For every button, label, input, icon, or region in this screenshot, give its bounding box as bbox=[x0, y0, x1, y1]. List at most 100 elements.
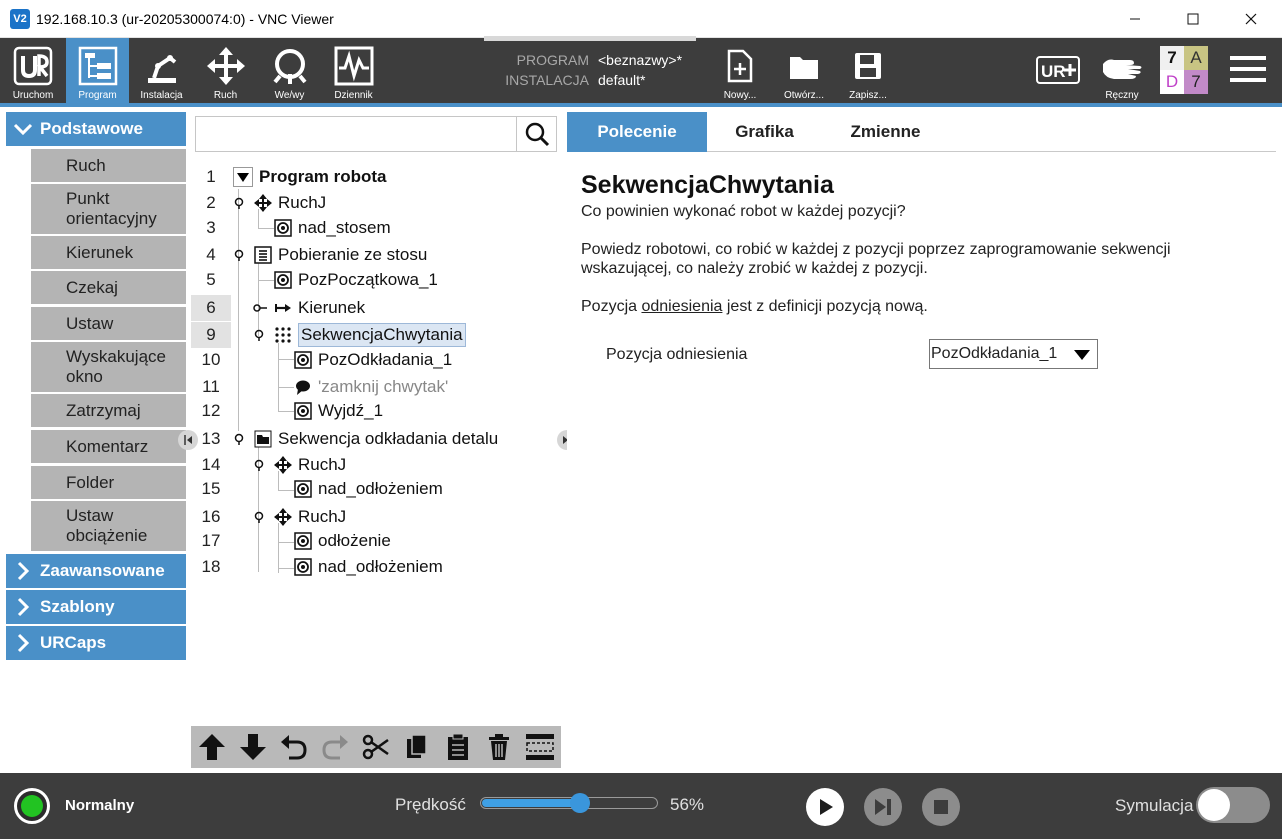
nav-io-button[interactable]: We/wy bbox=[258, 38, 321, 103]
open-program-button[interactable]: Otwórz... bbox=[776, 38, 832, 103]
waypoint-icon bbox=[273, 270, 293, 290]
undo-icon[interactable] bbox=[273, 726, 314, 768]
reference-help-link[interactable]: odniesienia bbox=[641, 298, 722, 315]
sidebar-item-label: Folder bbox=[66, 472, 115, 492]
save-program-button[interactable]: Zapisz... bbox=[840, 38, 896, 103]
tree-row-1[interactable]: 1 Program robota bbox=[191, 164, 561, 190]
sidebar-item-move[interactable]: Ruch bbox=[31, 149, 186, 182]
speed-slider[interactable] bbox=[480, 793, 658, 813]
tree-row-10[interactable]: 10 PozOdkładania_1 bbox=[191, 347, 561, 373]
waypoint-icon bbox=[293, 350, 313, 370]
window-titlebar: V2 192.168.10.3 (ur-20205300074:0) - VNC… bbox=[0, 0, 1282, 38]
save-icon bbox=[846, 44, 890, 88]
tree-row-18[interactable]: 18 nad_odłożeniem bbox=[191, 554, 561, 580]
collapse-triangle-icon[interactable] bbox=[233, 167, 253, 187]
delete-icon[interactable] bbox=[478, 726, 519, 768]
simulation-toggle[interactable] bbox=[1196, 787, 1270, 823]
collapse-pin-icon[interactable] bbox=[233, 249, 245, 261]
move-arrows-icon bbox=[253, 193, 273, 213]
search-icon[interactable] bbox=[516, 117, 556, 151]
tree-node-label: Pobieranie ze stosu bbox=[278, 245, 428, 264]
step-icon[interactable] bbox=[864, 788, 902, 826]
tree-node-label: Program robota bbox=[259, 167, 387, 186]
sidebar-item-comment[interactable]: Komentarz bbox=[31, 430, 186, 463]
collapse-pin-icon[interactable] bbox=[253, 511, 265, 523]
sidebar-collapse-handle[interactable] bbox=[178, 430, 198, 450]
paste-icon[interactable] bbox=[437, 726, 478, 768]
collapse-pin-icon[interactable] bbox=[253, 329, 265, 341]
collapse-pin-icon[interactable] bbox=[253, 459, 265, 471]
urcaps-button[interactable]: UR bbox=[1030, 38, 1086, 103]
tree-node-label: Sekwencja odkładania detalu bbox=[278, 429, 499, 448]
tree-row-6[interactable]: 6 Kierunek bbox=[191, 295, 561, 321]
hamburger-menu-icon[interactable] bbox=[1228, 52, 1270, 88]
tree-row-17[interactable]: 17 odłożenie bbox=[191, 528, 561, 554]
tree-row-14[interactable]: 14 RuchJ bbox=[191, 452, 561, 478]
command-sidebar: Podstawowe Ruch Punkt orientacyjny Kieru… bbox=[0, 107, 190, 773]
category-urcaps[interactable]: URCaps bbox=[6, 626, 186, 660]
command-tabs: Polecenie Grafika Zmienne bbox=[567, 112, 1276, 152]
tab-graphics[interactable]: Grafika bbox=[707, 112, 822, 152]
tab-command[interactable]: Polecenie bbox=[567, 112, 707, 152]
sidebar-item-set-payload[interactable]: Ustaw obciążenie bbox=[31, 501, 186, 551]
nav-installation-button[interactable]: Instalacja bbox=[130, 38, 193, 103]
tree-row-16[interactable]: 16 RuchJ bbox=[191, 504, 561, 530]
tree-node-label: RuchJ bbox=[298, 507, 347, 526]
nav-program-button[interactable]: Program bbox=[66, 38, 129, 103]
sidebar-item-label: Punkt orientacyjny bbox=[66, 189, 157, 228]
tree-row-3[interactable]: 3 nad_stosem bbox=[191, 215, 561, 241]
category-basic[interactable]: Podstawowe bbox=[6, 112, 186, 146]
sidebar-item-label: Kierunek bbox=[66, 242, 134, 262]
sidebar-item-popup[interactable]: Wyskakujące okno bbox=[31, 342, 186, 392]
sidebar-item-set[interactable]: Ustaw bbox=[31, 307, 186, 340]
chevron-right-icon bbox=[6, 597, 40, 617]
tree-row-9[interactable]: 9 SekwencjaChwytania bbox=[191, 322, 561, 348]
close-icon[interactable] bbox=[1222, 0, 1280, 38]
line-number: 5 bbox=[206, 270, 216, 289]
tab-variables[interactable]: Zmienne bbox=[822, 112, 949, 152]
category-templates[interactable]: Szablony bbox=[6, 590, 186, 624]
category-advanced[interactable]: Zaawansowane bbox=[6, 554, 186, 588]
move-down-icon[interactable] bbox=[232, 726, 273, 768]
tree-row-5[interactable]: 5 PozPoczątkowa_1 bbox=[191, 267, 561, 293]
tree-row-11[interactable]: 11 'zamknij chwytak' bbox=[191, 374, 561, 400]
play-icon[interactable] bbox=[806, 788, 844, 826]
line-number: 11 bbox=[202, 377, 220, 396]
cut-icon[interactable] bbox=[355, 726, 396, 768]
tree-search-input[interactable] bbox=[196, 117, 516, 151]
new-program-button[interactable]: Nowy... bbox=[712, 38, 768, 103]
robot-status-grid[interactable]: 7 A D 7 bbox=[1160, 46, 1208, 94]
tree-node-label: RuchJ bbox=[298, 455, 347, 474]
tree-row-2[interactable]: 2 RuchJ bbox=[191, 190, 561, 216]
sidebar-item-halt[interactable]: Zatrzymaj bbox=[31, 394, 186, 427]
collapse-pin-icon[interactable] bbox=[253, 302, 267, 314]
tree-row-4[interactable]: 4 Pobieranie ze stosu bbox=[191, 242, 561, 268]
tree-row-13[interactable]: 13 Sekwencja odkładania detalu bbox=[191, 426, 561, 452]
collapse-pin-icon[interactable] bbox=[233, 197, 245, 209]
reference-position-dropdown[interactable]: PozOdkładania_1 bbox=[929, 339, 1098, 369]
nav-run-button[interactable]: Uruchom bbox=[0, 38, 66, 103]
speed-slider-knob[interactable] bbox=[570, 793, 590, 813]
manual-mode-button[interactable]: Ręczny bbox=[1096, 38, 1148, 103]
maximize-icon[interactable] bbox=[1164, 0, 1222, 38]
tree-row-12[interactable]: 12 Wyjdź_1 bbox=[191, 398, 561, 424]
nav-move-button[interactable]: Ruch bbox=[194, 38, 257, 103]
tree-row-15[interactable]: 15 nad_odłożeniem bbox=[191, 476, 561, 502]
move-up-icon[interactable] bbox=[191, 726, 232, 768]
copy-icon[interactable] bbox=[396, 726, 437, 768]
save-program-label: Zapisz... bbox=[849, 90, 887, 101]
collapse-pin-icon[interactable] bbox=[233, 433, 245, 445]
minimize-icon[interactable] bbox=[1106, 0, 1164, 38]
line-number: 12 bbox=[201, 401, 221, 420]
stop-icon[interactable] bbox=[922, 788, 960, 826]
nav-log-button[interactable]: Dziennik bbox=[322, 38, 385, 103]
io-icon bbox=[268, 44, 312, 88]
sidebar-item-waypoint[interactable]: Punkt orientacyjny bbox=[31, 184, 186, 234]
sidebar-item-folder[interactable]: Folder bbox=[31, 466, 186, 499]
ur-logo-icon bbox=[11, 44, 55, 88]
suppress-icon[interactable] bbox=[519, 726, 560, 768]
robot-status-indicator[interactable] bbox=[14, 788, 50, 824]
sidebar-item-direction[interactable]: Kierunek bbox=[31, 236, 186, 269]
sidebar-item-wait[interactable]: Czekaj bbox=[31, 271, 186, 304]
tree-node-label: odłożenie bbox=[318, 531, 391, 550]
